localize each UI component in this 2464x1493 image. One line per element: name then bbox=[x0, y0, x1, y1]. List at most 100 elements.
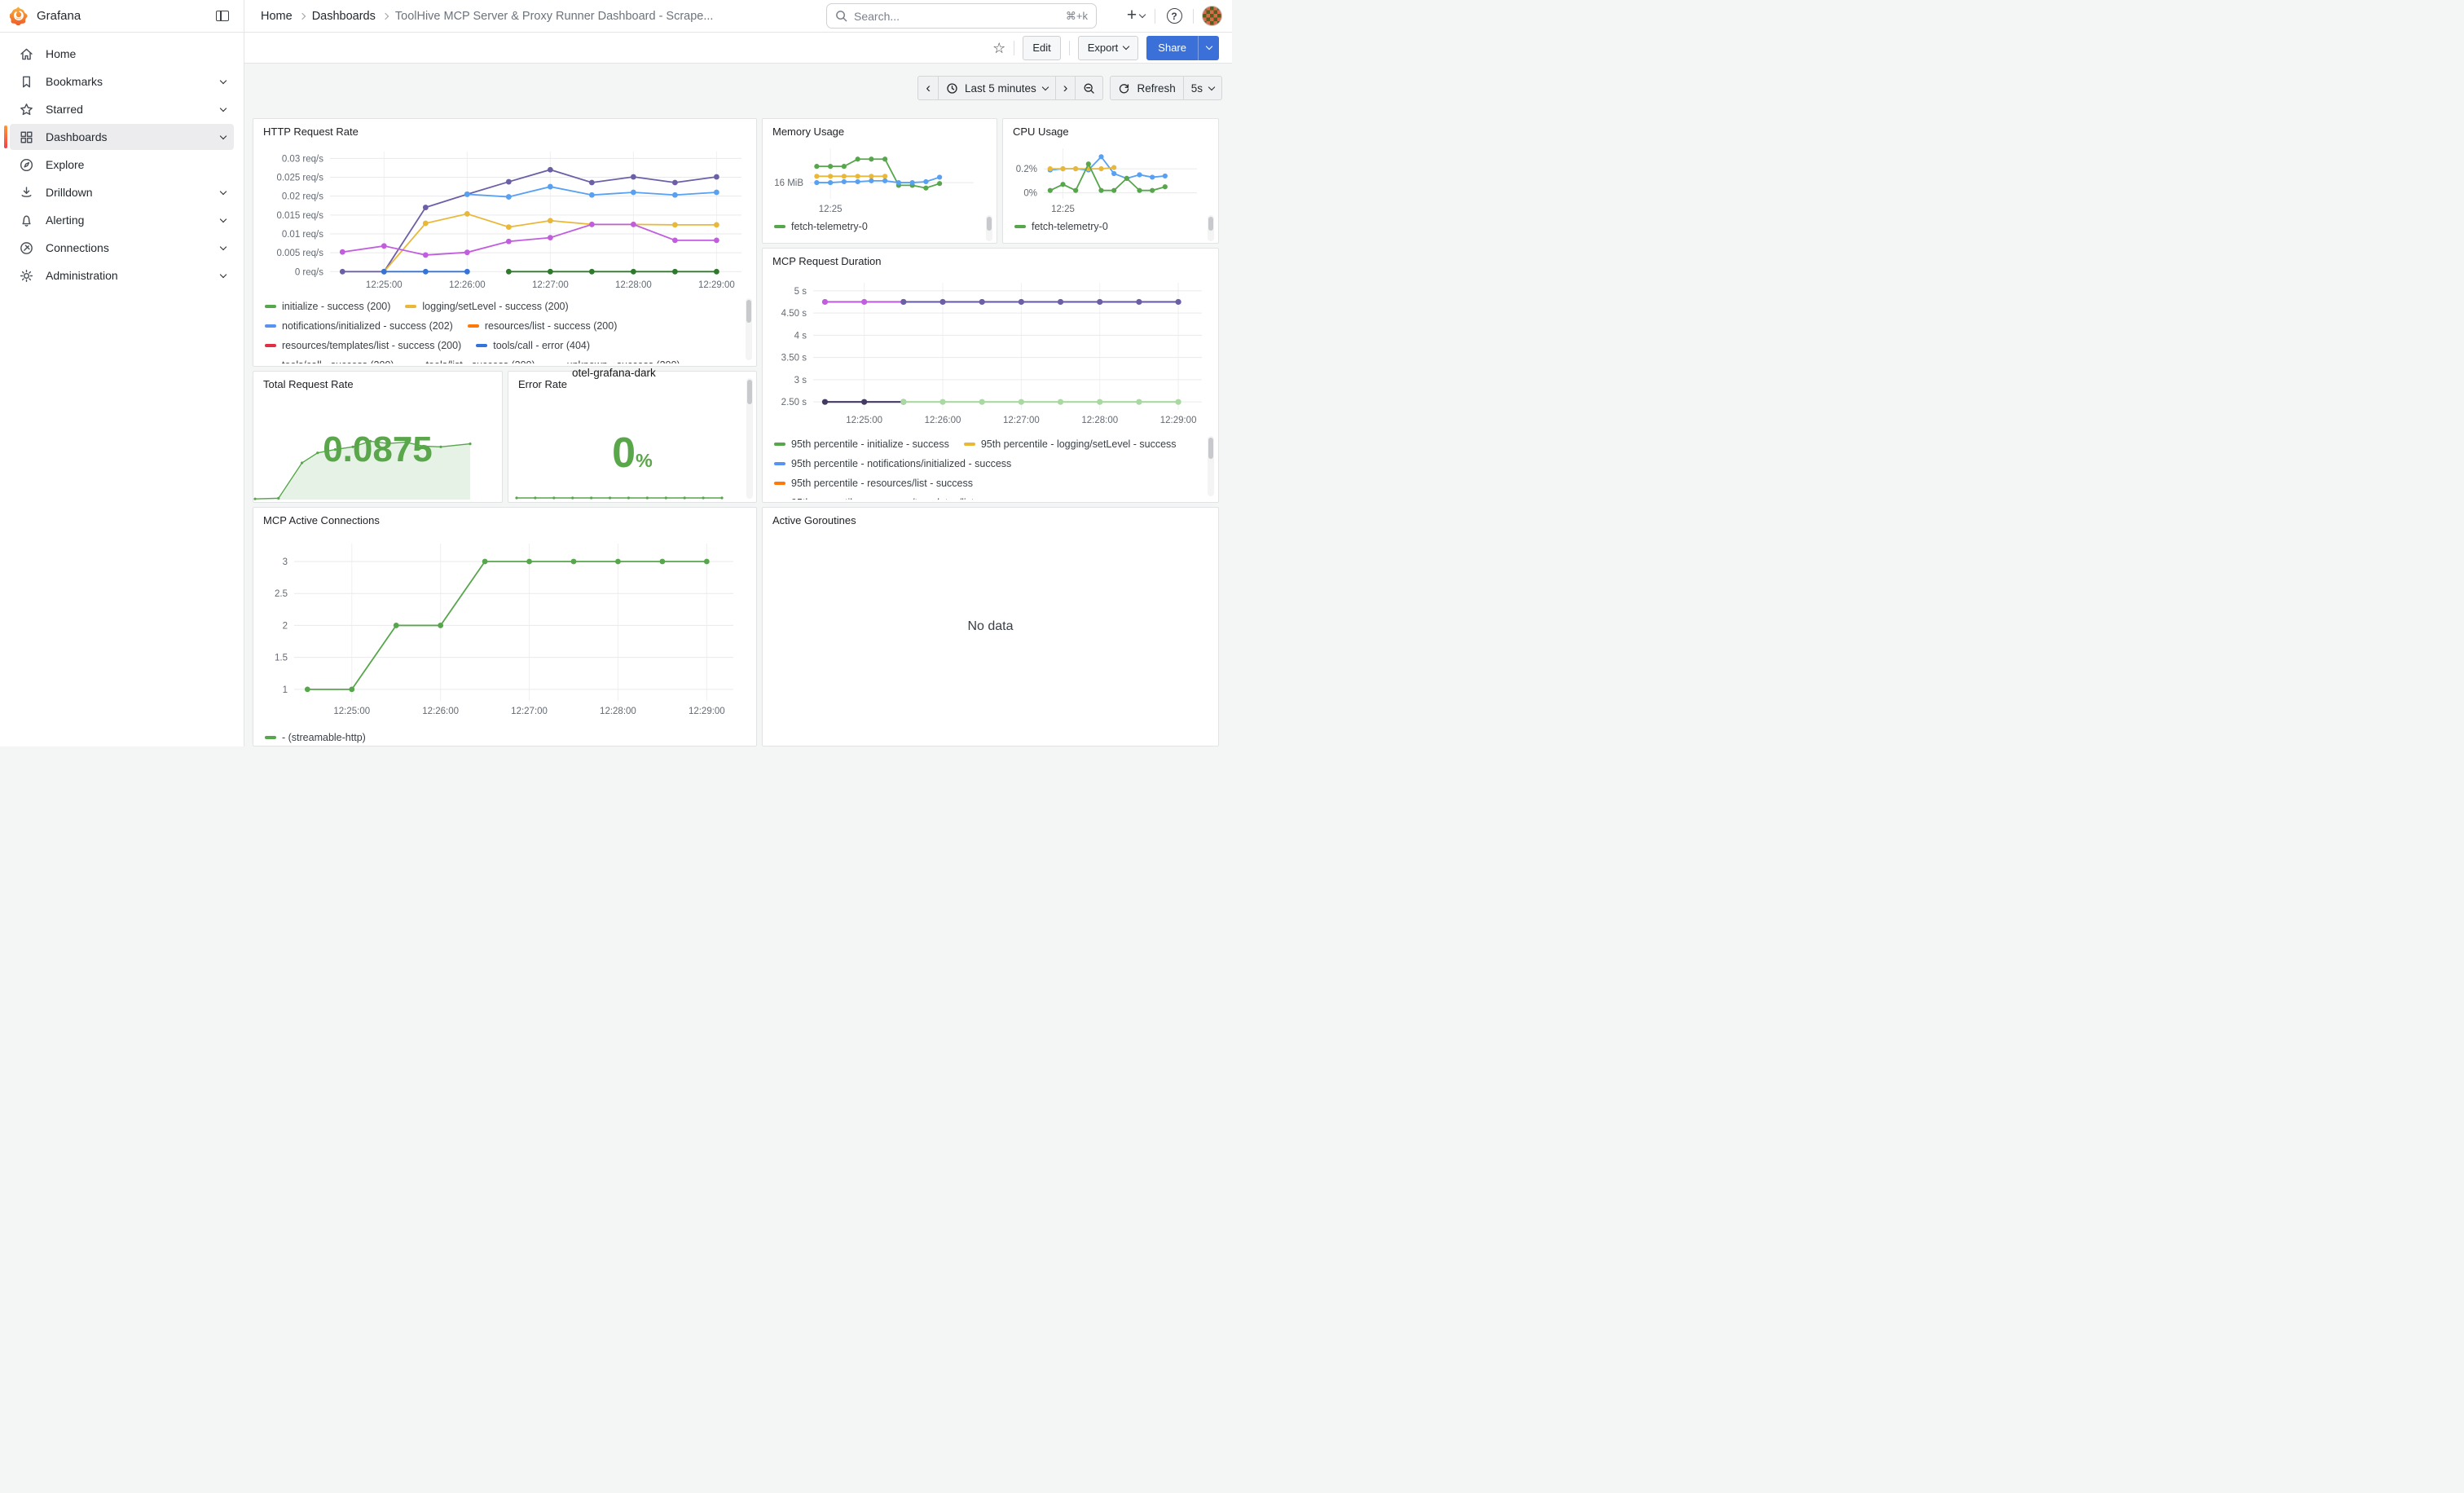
bookmark-icon bbox=[18, 73, 34, 90]
edit-button[interactable]: Edit bbox=[1023, 36, 1060, 60]
svg-text:12:25:00: 12:25:00 bbox=[366, 280, 403, 290]
http-request-rate-chart[interactable]: 12:25:0012:26:0012:27:0012:28:0012:29:00… bbox=[258, 143, 751, 294]
mcp-request-duration-chart[interactable]: 12:25:00 12:26:00 12:27:00 12:28:00 12:29:00… bbox=[768, 273, 1213, 431]
legend-label: 95th percentile - initialize - success bbox=[791, 438, 949, 450]
cpu-usage-chart[interactable]: 12:250%0.2% bbox=[1006, 142, 1213, 214]
legend-item[interactable]: resources/list - success (200) bbox=[468, 320, 618, 332]
legend-item[interactable]: fetch-telemetry-0 bbox=[774, 221, 868, 232]
error-rate-sparkline[interactable] bbox=[515, 489, 724, 499]
user-avatar[interactable] bbox=[1202, 6, 1222, 26]
legend-label: 95th percentile - resources/list - succe… bbox=[791, 478, 973, 489]
svg-text:12:27:00: 12:27:00 bbox=[1003, 416, 1040, 425]
svg-text:0.03 req/s: 0.03 req/s bbox=[282, 154, 323, 164]
error-rate-value: 0% bbox=[508, 432, 756, 474]
svg-text:12:26:00: 12:26:00 bbox=[422, 707, 459, 716]
dock-menu-icon[interactable] bbox=[211, 5, 234, 28]
breadcrumb-home[interactable]: Home bbox=[261, 10, 293, 23]
legend-item[interactable]: tools/list - success (200) bbox=[409, 359, 535, 363]
panel-title[interactable]: HTTP Request Rate bbox=[253, 119, 756, 141]
svg-text:12:26:00: 12:26:00 bbox=[925, 416, 961, 425]
question-icon: ? bbox=[1167, 8, 1182, 24]
legend-scrollbar[interactable] bbox=[1208, 436, 1214, 496]
legend-swatch bbox=[476, 344, 487, 347]
sidebar-item-drilldown[interactable]: Drilldown bbox=[10, 179, 234, 205]
legend-item[interactable]: initialize - success (200) bbox=[265, 301, 390, 312]
legend-label: tools/call - error (404) bbox=[493, 340, 590, 351]
time-range-picker[interactable]: Last 5 minutes bbox=[938, 76, 1056, 100]
refresh-icon bbox=[1118, 82, 1130, 95]
brand-name: Grafana bbox=[37, 9, 81, 23]
adapter-icon bbox=[18, 240, 34, 256]
legend-label: 95th percentile - notifications/initiali… bbox=[791, 458, 1011, 469]
svg-text:2: 2 bbox=[283, 621, 288, 631]
mcp-active-connections-chart[interactable]: 12:25:0012:26:0012:27:0012:28:0012:29:00… bbox=[258, 532, 748, 724]
breadcrumb-dashboards[interactable]: Dashboards bbox=[312, 10, 376, 23]
panel-title[interactable]: MCP Request Duration bbox=[763, 249, 1218, 271]
legend-item[interactable]: resources/templates/list - success (200) bbox=[265, 340, 461, 351]
legend-item[interactable]: - (streamable-http) bbox=[265, 732, 366, 743]
svg-text:12:25:00: 12:25:00 bbox=[846, 416, 882, 425]
panel-scrollbar[interactable] bbox=[746, 378, 753, 499]
legend-item[interactable]: 95th percentile - resources/templates/li… bbox=[774, 497, 1020, 500]
plus-icon: + bbox=[1127, 7, 1137, 24]
svg-text:12:29:00: 12:29:00 bbox=[1160, 416, 1197, 425]
svg-text:3 s: 3 s bbox=[794, 376, 807, 385]
legend-item[interactable]: tools/call - error (404) bbox=[476, 340, 590, 351]
panel-cpu-usage: CPU Usage 12:250%0.2% fetch-telemetry-0 bbox=[1002, 118, 1219, 244]
compass-icon bbox=[18, 156, 34, 173]
panel-title[interactable]: Total Request Rate bbox=[253, 372, 502, 394]
legend-item[interactable]: 95th percentile - notifications/initiali… bbox=[774, 458, 1011, 469]
time-shift-forward-button[interactable]: › bbox=[1055, 76, 1076, 100]
search-input[interactable]: ⌘+k bbox=[826, 3, 1097, 29]
search-shortcut-hint: ⌘+k bbox=[1066, 10, 1088, 23]
refresh-interval-picker[interactable]: 5s bbox=[1183, 76, 1222, 100]
search-field[interactable] bbox=[854, 10, 1059, 23]
svg-text:2.50 s: 2.50 s bbox=[781, 398, 807, 407]
error-rate-unit: % bbox=[636, 450, 653, 471]
legend-item[interactable]: 95th percentile - initialize - success bbox=[774, 438, 949, 450]
svg-text:12:28:00: 12:28:00 bbox=[1081, 416, 1118, 425]
sidebar-item-dashboards[interactable]: Dashboards bbox=[10, 124, 234, 150]
legend-scrollbar[interactable] bbox=[746, 298, 752, 360]
topbar-actions: + ? bbox=[1125, 5, 1222, 28]
refresh-button[interactable]: Refresh bbox=[1110, 76, 1183, 100]
legend-scrollbar[interactable] bbox=[986, 215, 992, 241]
zoom-out-time-button[interactable] bbox=[1075, 76, 1103, 100]
svg-text:3.50 s: 3.50 s bbox=[781, 354, 807, 363]
legend-item[interactable]: fetch-telemetry-0 bbox=[1014, 221, 1108, 232]
svg-text:12:26:00: 12:26:00 bbox=[449, 280, 486, 290]
sidebar-item-alerting[interactable]: Alerting bbox=[10, 207, 234, 233]
panel-title[interactable]: Memory Usage bbox=[763, 119, 997, 141]
share-menu-button[interactable] bbox=[1198, 36, 1219, 60]
legend-label: resources/templates/list - success (200) bbox=[282, 340, 461, 351]
legend-item[interactable]: notifications/initialized - success (202… bbox=[265, 320, 453, 332]
sidebar-item-explore[interactable]: Explore bbox=[10, 152, 234, 178]
favorite-star-icon[interactable]: ☆ bbox=[992, 41, 1005, 55]
panel-title[interactable]: MCP Active Connections bbox=[253, 508, 756, 530]
legend-swatch bbox=[265, 305, 276, 308]
legend-item[interactable]: 95th percentile - logging/setLevel - suc… bbox=[964, 438, 1177, 450]
memory-usage-chart[interactable]: 12:2516 MiB bbox=[766, 142, 992, 214]
share-button[interactable]: Share bbox=[1146, 36, 1198, 60]
time-shift-back-button[interactable]: ‹ bbox=[917, 76, 939, 100]
help-button[interactable]: ? bbox=[1164, 5, 1185, 28]
panel-title[interactable]: CPU Usage bbox=[1003, 119, 1218, 141]
legend-item[interactable]: unknown - success (200) bbox=[550, 359, 680, 363]
sidebar-item-label: Dashboards bbox=[46, 130, 209, 143]
sidebar-item-label: Explore bbox=[46, 158, 227, 171]
add-new-button[interactable]: + bbox=[1125, 5, 1146, 28]
sidebar-item-starred[interactable]: Starred bbox=[10, 96, 234, 122]
export-button[interactable]: Export bbox=[1078, 36, 1139, 60]
legend-item[interactable]: logging/setLevel - success (200) bbox=[405, 301, 568, 312]
sidebar-item-administration[interactable]: Administration bbox=[10, 262, 234, 288]
chevron-down-icon bbox=[1042, 83, 1049, 90]
panel-http-request-rate: HTTP Request Rate 12:25:0012:26:0012:27:… bbox=[253, 118, 757, 367]
legend-item[interactable]: tools/call - success (200) bbox=[265, 359, 394, 363]
sidebar-item-bookmarks[interactable]: Bookmarks bbox=[10, 68, 234, 95]
divider bbox=[1193, 9, 1194, 24]
legend-scrollbar[interactable] bbox=[1208, 215, 1214, 241]
legend-item[interactable]: 95th percentile - resources/list - succe… bbox=[774, 478, 973, 489]
sidebar-item-connections[interactable]: Connections bbox=[10, 235, 234, 261]
home-icon bbox=[18, 46, 34, 62]
sidebar-item-home[interactable]: Home bbox=[10, 41, 234, 67]
